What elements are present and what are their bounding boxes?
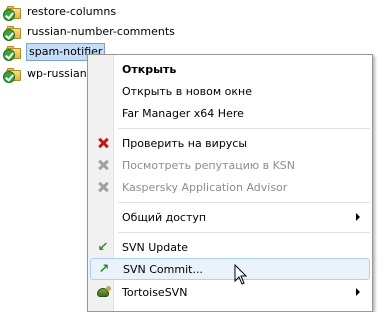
kaspersky-gray-icon [97, 181, 109, 193]
kaspersky-icon [97, 137, 109, 149]
svn-folder-icon [3, 44, 22, 61]
tree-item-wp-russian-q[interactable]: wp-russian-q [2, 64, 98, 84]
menu-item-scan-viruses[interactable]: Проверить на вирусы [90, 132, 370, 154]
menu-item-label: Far Manager x64 Here [122, 106, 244, 120]
menu-item-far-manager[interactable]: Far Manager x64 Here [90, 102, 370, 124]
tree-item-label: russian-number-comments [27, 25, 175, 38]
svn-folder-icon [3, 66, 22, 83]
menu-item-label: Общий доступ [122, 210, 207, 224]
svn-folder-icon [3, 24, 22, 41]
menu-item-svn-update[interactable]: ↙ SVN Update [90, 236, 370, 258]
menu-item-label: SVN Commit... [123, 262, 203, 276]
menu-item-sharing[interactable]: Общий доступ [90, 206, 370, 228]
menu-item-tortoisesvn[interactable]: TortoiseSVN [90, 281, 370, 303]
svn-commit-icon: ↗ [98, 261, 110, 277]
svn-folder-icon [3, 4, 22, 21]
svn-update-icon: ↙ [97, 239, 109, 255]
context-menu: Открыть Открыть в новом окне Far Manager… [87, 54, 373, 312]
menu-separator [118, 128, 370, 129]
menu-item-label: Проверить на вирусы [122, 136, 248, 150]
tortoisesvn-icon [96, 286, 111, 298]
menu-item-open-new-window[interactable]: Открыть в новом окне [90, 80, 370, 102]
submenu-arrow-icon [356, 288, 360, 296]
menu-item-label: Открыть в новом окне [122, 84, 253, 98]
menu-separator [118, 202, 370, 203]
kaspersky-gray-icon [97, 159, 109, 171]
menu-separator [118, 232, 370, 233]
menu-item-svn-commit[interactable]: ↗ SVN Commit... [90, 258, 370, 280]
menu-item-label: Посмотреть репутацию в KSN [122, 158, 296, 172]
menu-item-label: TortoiseSVN [122, 285, 188, 299]
submenu-arrow-icon [356, 213, 360, 221]
tree-item-label: restore-columns [27, 5, 117, 18]
tree-item-russian-number-comments[interactable]: russian-number-comments [2, 22, 175, 42]
menu-item-kaspersky-advisor: Kaspersky Application Advisor [90, 176, 370, 198]
menu-item-label: Kaspersky Application Advisor [122, 180, 288, 194]
menu-item-label: Открыть [122, 62, 177, 76]
menu-item-label: SVN Update [122, 240, 189, 254]
tree-item-restore-columns[interactable]: restore-columns [2, 2, 116, 22]
menu-item-ksn-reputation: Посмотреть репутацию в KSN [90, 154, 370, 176]
menu-item-open[interactable]: Открыть [90, 58, 370, 80]
mouse-cursor-icon [234, 264, 248, 285]
